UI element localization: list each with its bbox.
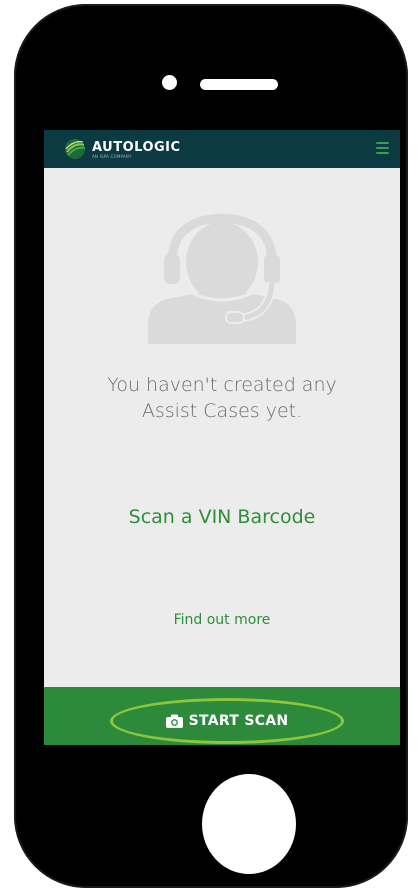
app-screen: AUTOLOGIC AN ISPA COMPANY You haven't cr… <box>44 130 400 745</box>
earpiece-speaker <box>200 79 278 90</box>
bottom-action-bar: START SCAN <box>44 687 400 745</box>
brand-name: AUTOLOGIC <box>92 140 181 155</box>
start-scan-button[interactable]: START SCAN <box>110 698 344 744</box>
app-header: AUTOLOGIC AN ISPA COMPANY <box>44 130 400 168</box>
front-camera-dot <box>162 75 177 90</box>
brand-tagline: AN ISPA COMPANY <box>92 154 132 159</box>
start-scan-label: START SCAN <box>188 713 289 729</box>
camera-icon <box>165 714 183 728</box>
autologic-logo-icon <box>65 139 86 159</box>
support-agent-icon <box>148 213 296 344</box>
scan-vin-link[interactable]: Scan a VIN Barcode <box>44 506 400 528</box>
empty-state-line-2: Assist Cases yet. <box>141 400 303 422</box>
empty-state-message: You haven't created any Assist Cases yet… <box>44 372 400 424</box>
hamburger-menu-icon[interactable] <box>376 142 389 154</box>
find-out-more-link[interactable]: Find out more <box>44 612 400 628</box>
home-button[interactable] <box>202 774 296 874</box>
empty-state-line-1: You haven't created any <box>107 374 337 396</box>
